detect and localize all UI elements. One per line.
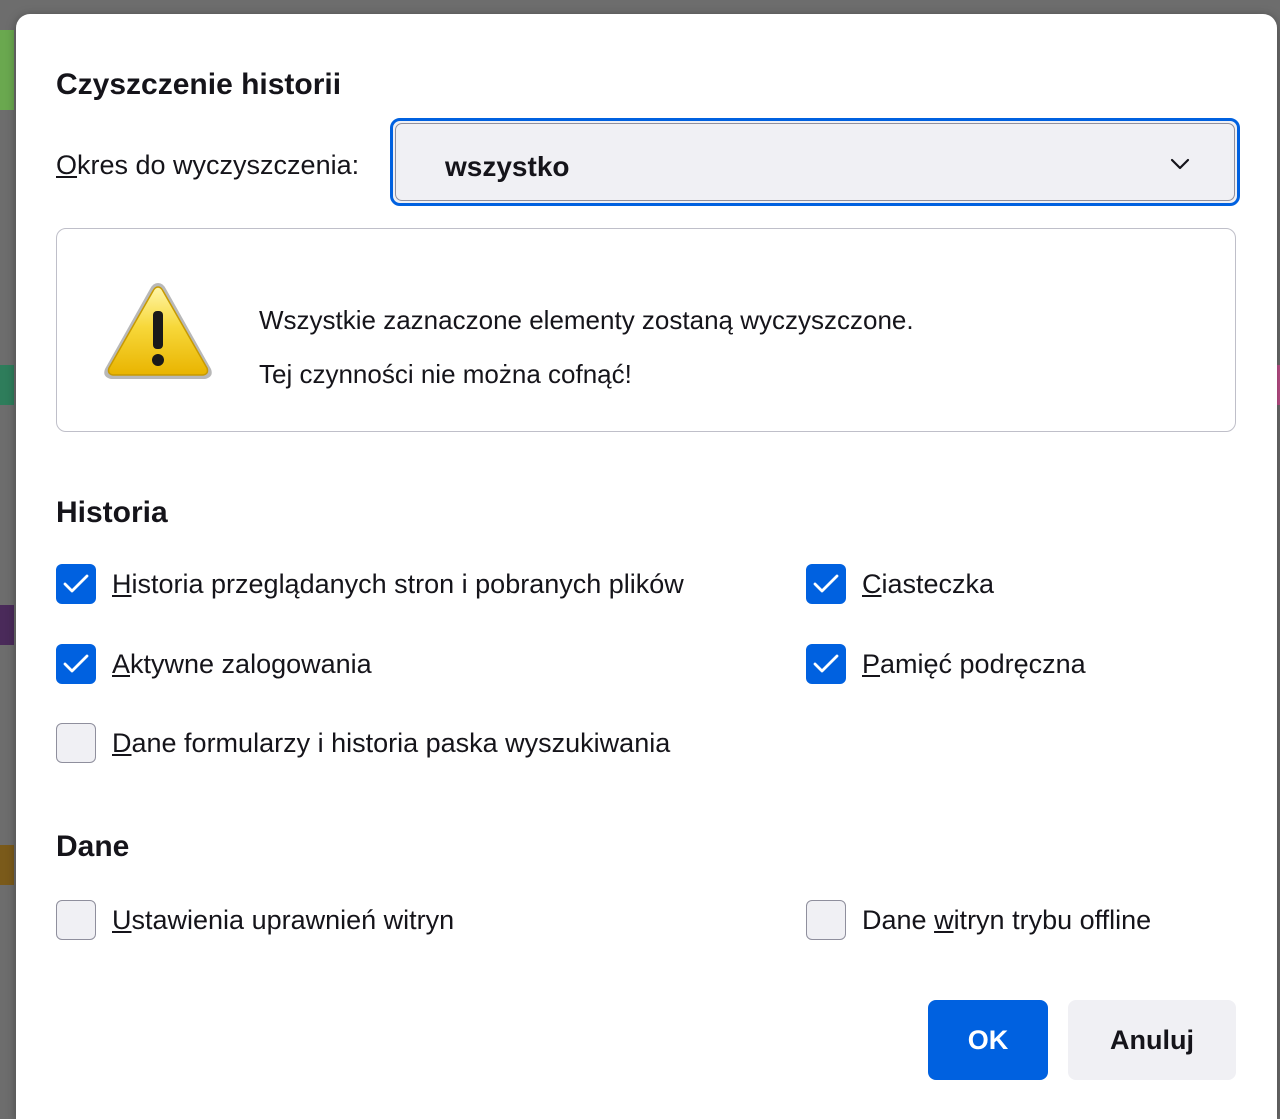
checkbox-box[interactable] [806,564,846,604]
period-select[interactable]: wszystko [390,118,1240,206]
period-label-accesskey: O [56,150,78,180]
checkbox-box[interactable] [56,900,96,940]
background-accent-green [0,30,14,110]
checkmark-icon [63,574,89,593]
warning-box: Wszystkie zaznaczone elementy zostaną wy… [56,228,1236,432]
checkbox-active-logins[interactable]: Aktywne zalogowania [56,644,372,684]
chevron-down-icon [1170,158,1190,170]
period-label: Okres do wyczyszczenia: [56,150,359,181]
checkbox-box[interactable] [806,644,846,684]
cancel-button[interactable]: Anuluj [1068,1000,1236,1080]
checkbox-label: Dane formularzy i historia paska wyszuki… [112,727,671,758]
background-accent-teal [0,365,14,405]
checkbox-form-search-history[interactable]: Dane formularzy i historia paska wyszuki… [56,723,670,763]
warning-text-line1: Wszystkie zaznaczone elementy zostaną wy… [259,305,914,335]
warning-text-line2: Tej czynności nie można cofnąć! [259,359,632,389]
checkbox-cookies[interactable]: Ciasteczka [806,564,994,604]
checkbox-cache[interactable]: Pamięć podręczna [806,644,1086,684]
background-accent-brown [0,845,14,885]
period-label-text: kres do wyczyszczenia: [77,150,360,180]
checkbox-label: Dane witryn trybu offline [862,904,1152,935]
checkbox-box[interactable] [56,564,96,604]
checkbox-label: Pamięć podręczna [862,648,1086,679]
clear-history-dialog: Czyszczenie historii Okres do wyczyszcze… [16,14,1277,1119]
period-select-value: wszystko [445,151,570,182]
warning-icon [104,283,212,379]
history-section-heading: Historia [56,496,168,529]
checkmark-icon [63,654,89,673]
checkbox-label: Aktywne zalogowania [112,648,372,679]
dialog-title: Czyszczenie historii [56,68,342,101]
data-section-heading: Dane [56,830,130,863]
checkbox-offline-website-data[interactable]: Dane witryn trybu offline [806,900,1151,940]
checkbox-box[interactable] [56,644,96,684]
ok-button[interactable]: OK [928,1000,1048,1080]
checkbox-label: Ustawienia uprawnień witryn [112,904,455,935]
checkbox-site-permissions[interactable]: Ustawienia uprawnień witryn [56,900,454,940]
checkmark-icon [813,654,839,673]
checkmark-icon [813,574,839,593]
checkbox-label: Historia przeglądanych stron i pobranych… [112,568,684,599]
background-accent-purple [0,605,14,645]
checkbox-browsing-download-history[interactable]: Historia przeglądanych stron i pobranych… [56,564,684,604]
checkbox-box[interactable] [56,723,96,763]
checkbox-label: Ciasteczka [862,568,995,599]
checkbox-box[interactable] [806,900,846,940]
